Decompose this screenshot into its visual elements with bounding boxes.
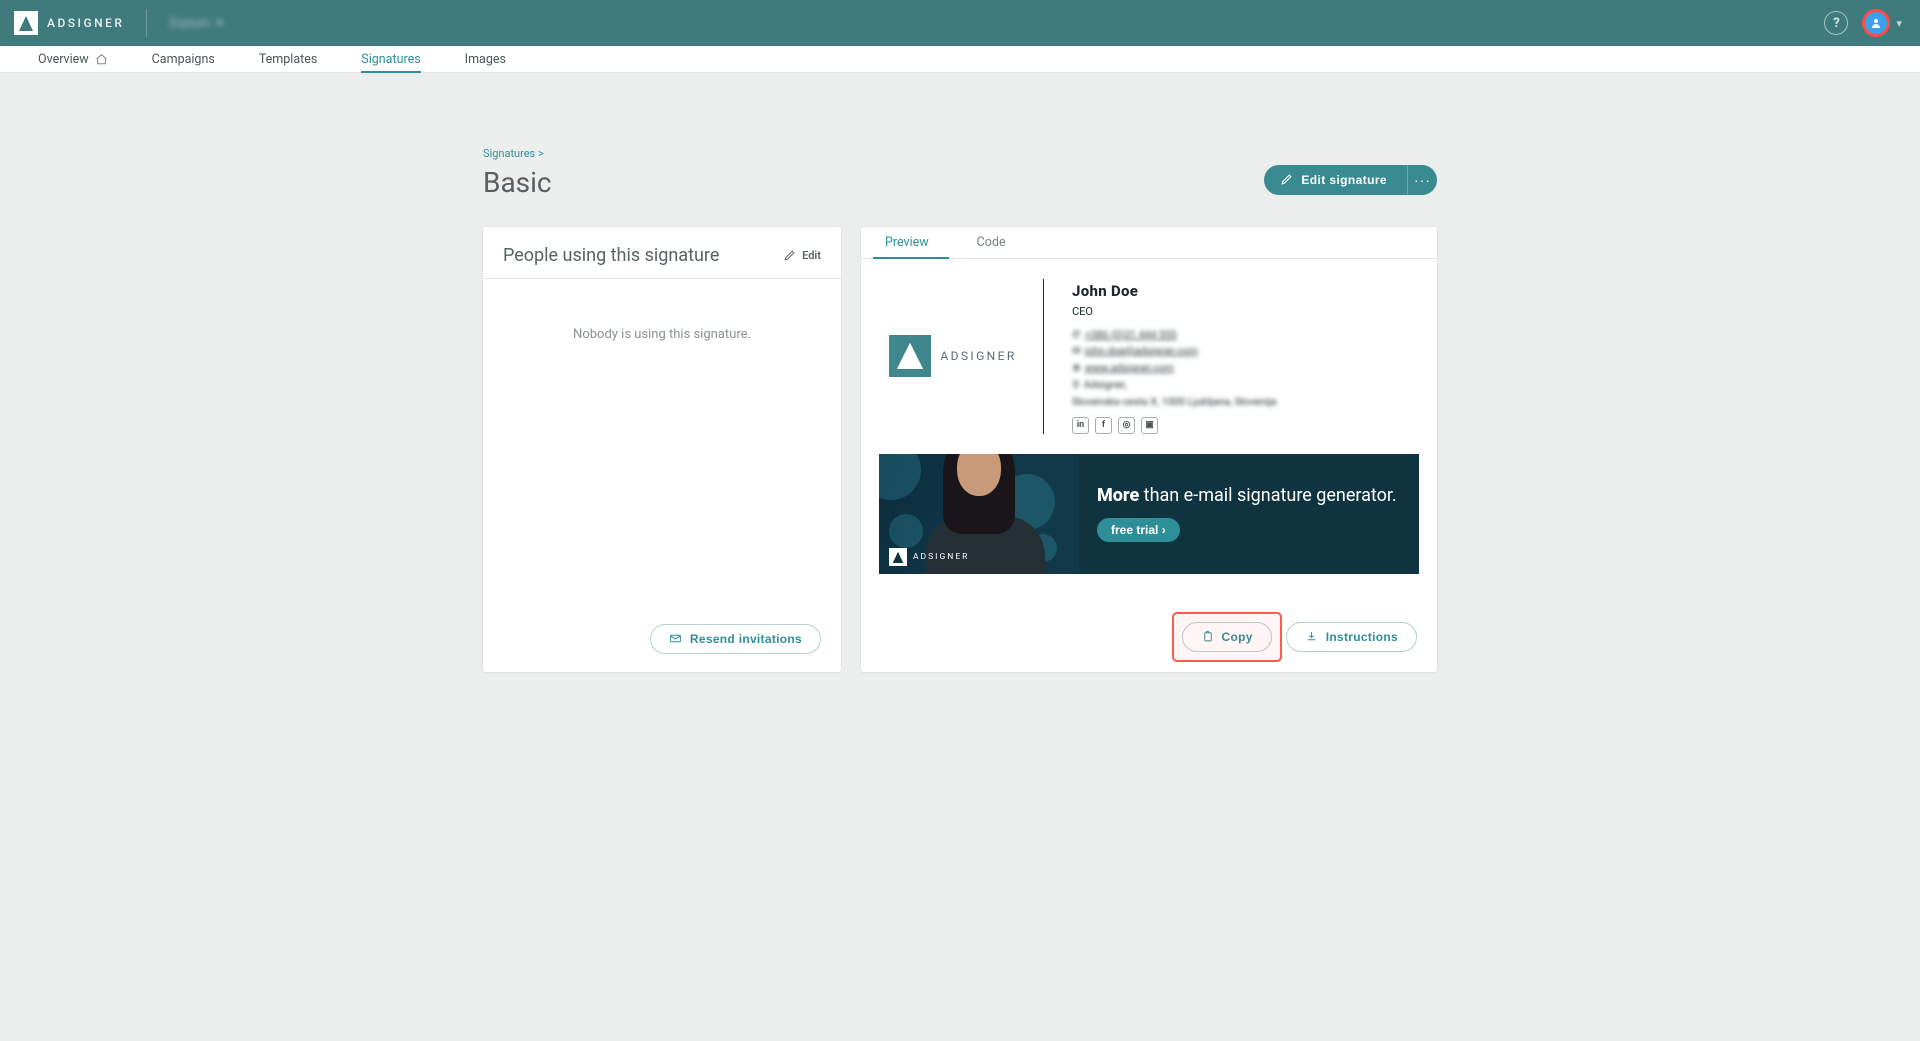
mail-icon: [669, 632, 682, 645]
tab-underline: [873, 257, 949, 259]
edit-signature-button[interactable]: Edit signature: [1264, 165, 1407, 195]
signature-company: ⚲ Adsigner,: [1072, 377, 1277, 394]
resend-invitations-button[interactable]: Resend invitations: [650, 624, 821, 654]
page-actions: Edit signature ···: [1264, 165, 1437, 195]
signature-preview: ADSIGNER John Doe CEO ✆ +386 (0)31 444 5…: [861, 259, 1437, 584]
nav-label: Signatures: [361, 52, 420, 67]
signature-name: John Doe: [1072, 279, 1277, 303]
nav-label: Overview: [38, 52, 89, 67]
workspace-selector[interactable]: Erpium ▾: [169, 16, 222, 31]
instructions-label: Instructions: [1326, 630, 1398, 644]
signature-divider: [1043, 279, 1044, 434]
people-card-title: People using this signature: [503, 245, 719, 266]
nav-bar: Overview Campaigns Templates Signatures …: [0, 46, 1920, 73]
pencil-icon: [783, 249, 796, 262]
more-actions-button[interactable]: ···: [1407, 165, 1437, 195]
signature-logo: ADSIGNER: [889, 335, 1016, 377]
nav-templates[interactable]: Templates: [237, 46, 339, 72]
nav-signatures[interactable]: Signatures: [339, 46, 442, 72]
banner-mini-brand: ADSIGNER: [889, 548, 969, 566]
user-icon: [1870, 17, 1882, 29]
avatar-menu[interactable]: ▾: [1862, 9, 1902, 37]
nav-label: Templates: [259, 52, 317, 67]
copy-button[interactable]: Copy: [1182, 622, 1272, 652]
divider: [146, 9, 147, 37]
brand[interactable]: ADSIGNER: [14, 11, 124, 35]
nav-label: Campaigns: [152, 52, 215, 67]
avatar: [1862, 9, 1890, 37]
signature-email: ✉ john.doe@adsigner.com: [1072, 343, 1277, 360]
signature-social: in f ◎ ▣: [1072, 417, 1277, 434]
page-title: Basic: [483, 166, 552, 199]
download-icon: [1305, 630, 1318, 643]
banner-headline: More than e-mail signature generator.: [1097, 485, 1401, 508]
banner-cta-button[interactable]: free trial ›: [1097, 518, 1180, 542]
tab-code[interactable]: Code: [953, 227, 1030, 258]
brand-logo-icon: [14, 11, 38, 35]
copy-label: Copy: [1222, 630, 1253, 644]
pin-icon: ⚲: [1072, 377, 1080, 394]
workspace-name: Erpium: [169, 16, 210, 31]
brand-mark-icon: [889, 335, 931, 377]
brand-mark-icon: [889, 548, 907, 566]
breadcrumb[interactable]: Signatures >: [483, 147, 1437, 160]
globe-icon: ⊕: [1072, 360, 1081, 377]
chevron-down-icon: ▾: [1896, 17, 1902, 30]
preview-tabs: Preview Code: [861, 227, 1437, 259]
clipboard-icon: [1201, 630, 1214, 643]
signature-logo-text: ADSIGNER: [940, 349, 1016, 363]
nav-overview[interactable]: Overview: [16, 46, 130, 72]
banner-image: ADSIGNER: [879, 454, 1079, 574]
facebook-icon[interactable]: f: [1095, 417, 1112, 434]
youtube-icon[interactable]: ▣: [1141, 417, 1158, 434]
edit-people-button[interactable]: Edit: [783, 249, 821, 262]
signature-website: ⊕ www.adsigner.com: [1072, 360, 1277, 377]
instructions-button[interactable]: Instructions: [1286, 622, 1417, 652]
resend-label: Resend invitations: [690, 632, 802, 646]
nav-campaigns[interactable]: Campaigns: [130, 46, 237, 72]
edit-label: Edit: [802, 249, 821, 262]
people-empty-state: Nobody is using this signature.: [483, 279, 841, 610]
linkedin-icon[interactable]: in: [1072, 417, 1089, 434]
phone-icon: ✆: [1072, 327, 1081, 344]
pencil-icon: [1280, 173, 1293, 186]
nav-images[interactable]: Images: [443, 46, 528, 72]
people-card: People using this signature Edit Nobody …: [483, 227, 841, 672]
chevron-down-icon: ▾: [216, 16, 223, 31]
instagram-icon[interactable]: ◎: [1118, 417, 1135, 434]
brand-name: ADSIGNER: [47, 16, 124, 30]
signature-role: CEO: [1072, 303, 1277, 321]
preview-card: Preview Code ADSIGNER: [861, 227, 1437, 672]
tab-preview[interactable]: Preview: [861, 227, 953, 258]
top-bar: ADSIGNER Erpium ▾ ? ▾: [0, 0, 1920, 46]
banner: ADSIGNER More than e-mail signature gene…: [879, 454, 1419, 574]
signature-phone: ✆ +386 (0)31 444 555: [1072, 327, 1277, 344]
mail-icon: ✉: [1072, 343, 1081, 360]
signature-address: Slovenska cesta X, 1000 Ljubljana, Slove…: [1072, 394, 1277, 411]
edit-signature-label: Edit signature: [1301, 173, 1387, 187]
nav-label: Images: [465, 52, 506, 67]
page: Signatures > Basic Edit signature ··· Pe…: [0, 73, 1920, 712]
home-icon: [95, 53, 108, 66]
help-icon[interactable]: ?: [1824, 11, 1848, 35]
preview-actions: Copy Instructions: [861, 584, 1437, 672]
